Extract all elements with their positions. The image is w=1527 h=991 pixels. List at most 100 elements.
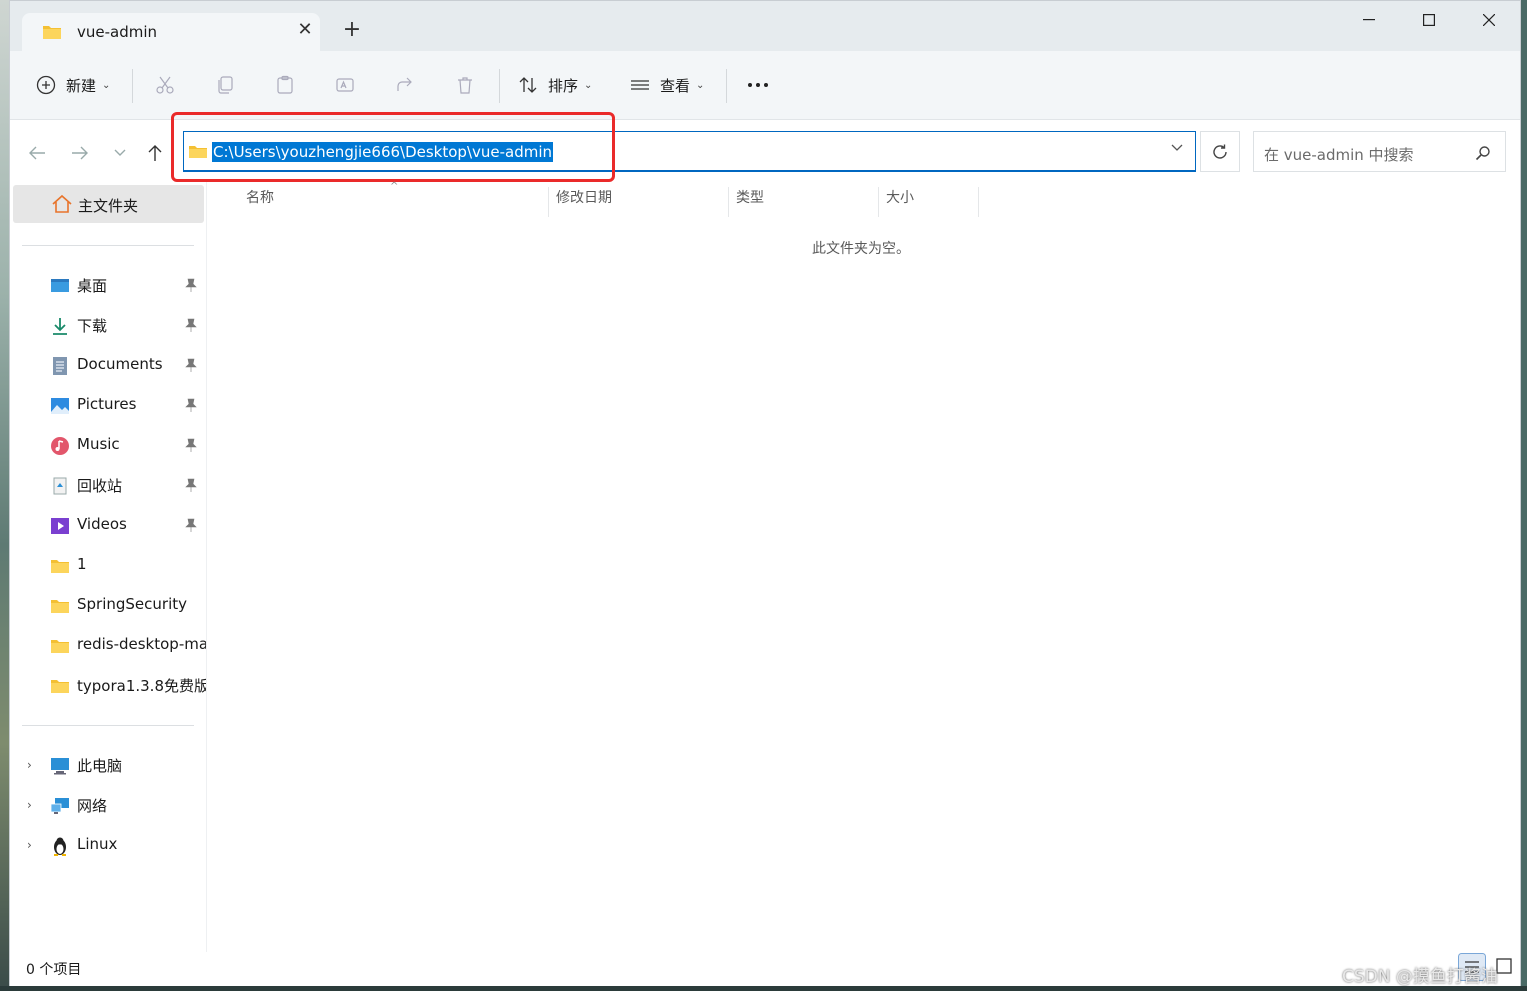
sidebar-item-springsecurity[interactable]: SpringSecurity [10, 587, 206, 623]
column-header-size[interactable]: 大小 [886, 187, 914, 217]
column-divider[interactable] [878, 187, 879, 217]
sidebar-item-linux[interactable]: › Linux [10, 827, 206, 863]
network-icon [50, 798, 69, 814]
address-path[interactable]: C:\Users\youzhengjie666\Desktop\vue-admi… [212, 142, 554, 162]
share-icon [397, 77, 412, 91]
download-icon [53, 318, 67, 335]
sidebar-item-network[interactable]: › 网络 [10, 787, 206, 823]
linux-penguin-icon [54, 837, 66, 856]
column-label: 名称 [246, 190, 274, 206]
view-label: 查看 [660, 76, 691, 95]
sidebar-item-typora[interactable]: typora1.3.8免费版 [10, 667, 206, 703]
arrow-left-icon [29, 146, 45, 160]
clipboard-icon [277, 75, 293, 94]
pin-icon[interactable] [185, 518, 197, 532]
folder-icon [51, 640, 69, 653]
new-button[interactable]: 新建 ⌄ [36, 67, 110, 103]
sidebar-item-videos[interactable]: Videos [10, 507, 206, 543]
sidebar-item-desktop[interactable]: 桌面 [10, 267, 206, 303]
folder-icon [51, 680, 69, 693]
search-icon[interactable] [1475, 145, 1491, 161]
sidebar-item-downloads[interactable]: 下载 [10, 307, 206, 343]
column-divider[interactable] [548, 187, 549, 217]
share-button[interactable] [395, 67, 415, 103]
sidebar-item-label: typora1.3.8免费版 [77, 677, 206, 695]
arrow-up-icon [148, 145, 162, 161]
sidebar-item-folder-1[interactable]: 1 [10, 547, 206, 583]
paste-button[interactable] [275, 67, 295, 103]
rename-button[interactable] [335, 67, 355, 103]
folder-icon [51, 560, 69, 573]
chevron-right-icon[interactable]: › [27, 838, 32, 852]
recent-locations-button[interactable] [106, 139, 134, 167]
file-explorer-window: vue-admin ✕ + 新建 ⌄ 排序 ⌄ 查看 ⌄ C:\Users\yo… [9, 0, 1521, 988]
sidebar-item-recycle-bin[interactable]: 回收站 [10, 467, 206, 503]
computer-icon [51, 758, 69, 775]
column-header-modified[interactable]: 修改日期 [556, 187, 612, 217]
pin-icon[interactable] [185, 358, 197, 372]
new-tab-button[interactable]: + [340, 18, 364, 42]
more-icon [748, 83, 768, 87]
chevron-down-icon [114, 149, 126, 156]
taskbar-edge [0, 986, 1527, 991]
chevron-right-icon[interactable]: › [27, 758, 32, 772]
pin-icon[interactable] [185, 398, 197, 412]
address-bar[interactable]: C:\Users\youzhengjie666\Desktop\vue-admi… [183, 131, 1196, 172]
sidebar-item-redis-desktop[interactable]: redis-desktop-ma [10, 627, 206, 663]
sidebar-item-label: Linux [77, 835, 118, 853]
up-button[interactable] [141, 139, 169, 167]
sidebar-item-home[interactable]: 主文件夹 [13, 185, 204, 223]
sidebar-item-pictures[interactable]: Pictures [10, 387, 206, 423]
chevron-down-icon[interactable] [1171, 144, 1183, 152]
pictures-icon [51, 398, 69, 414]
sidebar-item-label: SpringSecurity [77, 595, 188, 613]
maximize-button[interactable] [1400, 1, 1458, 39]
tab-close-button[interactable]: ✕ [294, 19, 316, 40]
videos-icon [51, 518, 69, 534]
minimize-button[interactable] [1340, 1, 1398, 39]
folder-icon [189, 146, 207, 158]
sidebar-item-label: 此电脑 [77, 757, 123, 775]
tab-vue-admin[interactable]: vue-admin ✕ [22, 13, 320, 51]
column-divider[interactable] [978, 187, 979, 217]
column-header-type[interactable]: 类型 [736, 187, 764, 217]
pin-icon[interactable] [185, 278, 197, 292]
pin-icon[interactable] [185, 438, 197, 452]
toolbar-divider [726, 69, 727, 103]
chevron-right-icon[interactable]: › [27, 798, 32, 812]
sidebar-item-label: redis-desktop-ma [77, 635, 206, 653]
view-button[interactable]: 查看 ⌄ [630, 67, 704, 103]
forward-button[interactable] [66, 139, 94, 167]
copy-button[interactable] [215, 67, 235, 103]
home-icon [52, 194, 72, 213]
navigation-pane: 主文件夹 桌面 下载 Documents Pictures Music 回收站 … [10, 182, 207, 952]
copy-icon [218, 76, 233, 94]
search-placeholder: 在 vue-admin 中搜索 [1264, 146, 1414, 164]
search-box[interactable]: 在 vue-admin 中搜索 [1253, 131, 1506, 172]
sort-button[interactable]: 排序 ⌄ [518, 67, 592, 103]
tab-title: vue-admin [77, 23, 158, 41]
pin-icon[interactable] [185, 318, 197, 332]
sidebar-item-label: 桌面 [77, 277, 108, 295]
refresh-button[interactable] [1200, 131, 1240, 172]
sidebar-item-music[interactable]: Music [10, 427, 206, 463]
folder-icon [51, 600, 69, 613]
column-label: 修改日期 [556, 190, 612, 206]
column-header-name[interactable]: 名称 [246, 187, 274, 217]
column-divider[interactable] [728, 187, 729, 217]
sidebar-item-this-pc[interactable]: › 此电脑 [10, 747, 206, 783]
cut-button[interactable] [155, 67, 175, 103]
title-bar: vue-admin ✕ + [10, 1, 1520, 51]
pin-icon[interactable] [185, 478, 197, 492]
item-count: 0 个项目 [26, 962, 82, 978]
trash-icon [458, 77, 472, 94]
maximize-icon [1423, 14, 1435, 26]
sidebar-item-label: Documents [77, 355, 163, 373]
close-button[interactable] [1460, 1, 1518, 39]
delete-button[interactable] [455, 67, 475, 103]
more-options-button[interactable] [746, 67, 770, 103]
column-label: 大小 [886, 190, 914, 206]
document-icon [53, 357, 67, 375]
back-button[interactable] [23, 139, 51, 167]
sidebar-item-documents[interactable]: Documents [10, 347, 206, 383]
